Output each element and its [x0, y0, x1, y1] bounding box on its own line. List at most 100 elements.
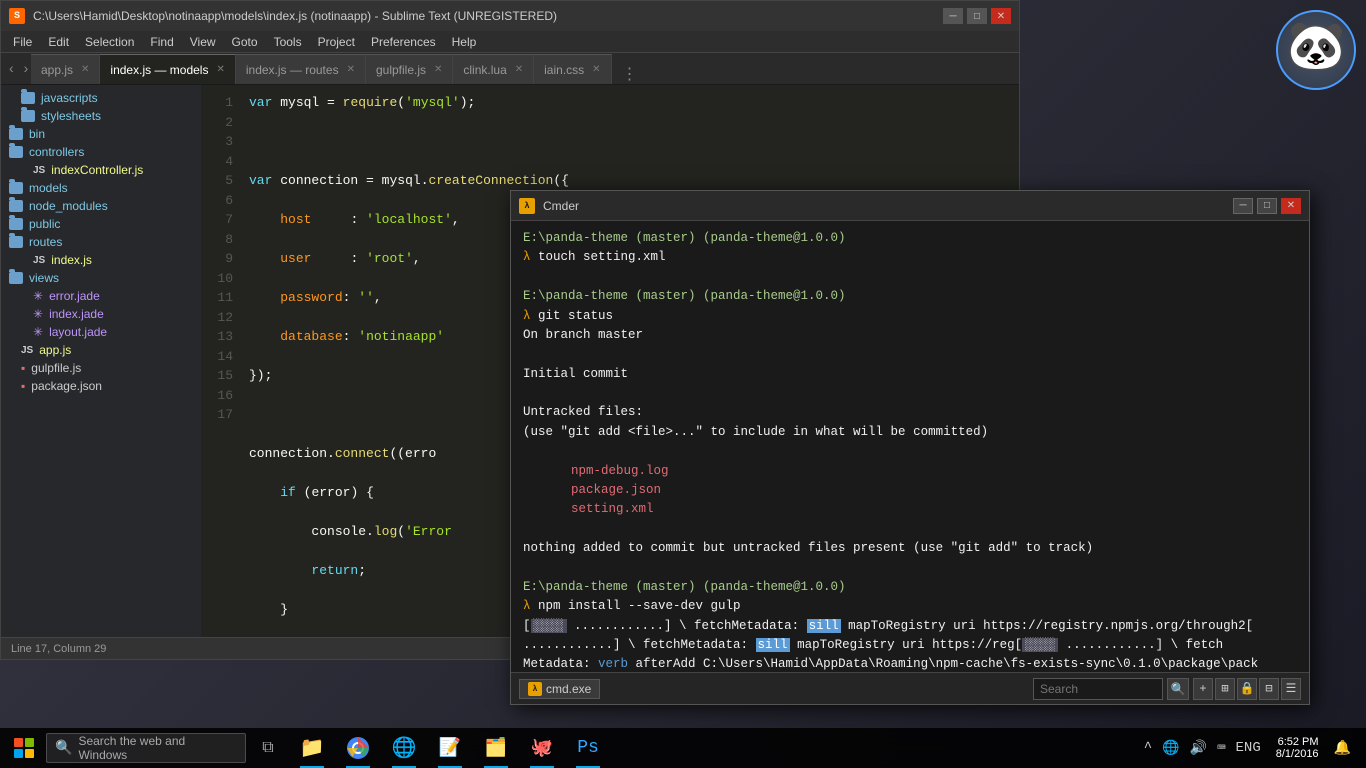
sidebar-item-appjs[interactable]: JS app.js [1, 341, 201, 359]
folder-icon [9, 272, 23, 284]
terminal-line [523, 442, 1297, 461]
sidebar-label: gulpfile.js [31, 361, 81, 375]
menu-file[interactable]: File [5, 33, 40, 51]
menu-selection[interactable]: Selection [77, 33, 142, 51]
tab-indexjs-routes-close[interactable]: ✕ [347, 64, 355, 75]
folder-icon [9, 218, 23, 230]
window-controls: ─ □ ✕ [943, 8, 1011, 24]
sidebar-item-indexjade[interactable]: ✳ index.jade [1, 305, 201, 323]
close-button[interactable]: ✕ [991, 8, 1011, 24]
tab-clink[interactable]: clink.lua ✕ [453, 54, 534, 84]
cmder-add-tab-icon[interactable]: + [1193, 678, 1213, 700]
sidebar-item-public[interactable]: public [1, 215, 201, 233]
taskbar-edge-button[interactable]: 🌐 [382, 728, 426, 768]
sidebar-item-indexjs[interactable]: JS index.js [1, 251, 201, 269]
tab-indexjs-models[interactable]: index.js — models ✕ [100, 54, 235, 84]
terminal-line: (use "git add <file>..." to include in w… [523, 423, 1297, 442]
cmder-window-controls: ─ □ ✕ [1233, 198, 1301, 214]
tab-more-button[interactable]: ⋮ [614, 64, 646, 84]
sidebar-item-errorjade[interactable]: ✳ error.jade [1, 287, 201, 305]
sidebar-item-layoutjade[interactable]: ✳ layout.jade [1, 323, 201, 341]
sublime-title-text: C:\Users\Hamid\Desktop\notinaapp\models\… [33, 9, 935, 23]
cmder-minimize-button[interactable]: ─ [1233, 198, 1253, 214]
tray-network-icon[interactable]: 🌐 [1159, 740, 1182, 757]
terminal-line: E:\panda-theme (master) (panda-theme@1.0… [523, 229, 1297, 248]
folder-icon [9, 146, 23, 158]
sidebar-label: layout.jade [49, 325, 107, 339]
terminal-line: npm-debug.log [523, 462, 1297, 481]
sidebar-item-controllers[interactable]: controllers [1, 143, 201, 161]
jade-indicator: ✳ [33, 307, 43, 321]
other-indicator: ▪ [21, 379, 25, 393]
gitkraken-icon: 🐙 [531, 737, 553, 759]
jade-indicator: ✳ [33, 289, 43, 303]
tab-clink-close[interactable]: ✕ [515, 64, 523, 75]
tab-prev-button[interactable]: ‹ [5, 60, 18, 76]
tab-gulpfile[interactable]: gulpfile.js ✕ [366, 54, 453, 84]
cmder-search-button[interactable]: 🔍 [1167, 678, 1189, 700]
tray-keyboard-icon[interactable]: ⌨ [1214, 740, 1228, 757]
taskbar-files-button[interactable]: 🗂️ [474, 728, 518, 768]
cmder-split-icon[interactable]: ⊞ [1215, 678, 1235, 700]
cmder-grid-icon[interactable]: ⊟ [1259, 678, 1279, 700]
taskbar-photoshop-button[interactable]: Ps [566, 728, 610, 768]
minimize-button[interactable]: ─ [943, 8, 963, 24]
sidebar-item-javascripts[interactable]: javascripts [1, 89, 201, 107]
taskbar-sublime-button[interactable]: 📝 [428, 728, 472, 768]
tray-chevron-icon[interactable]: ^ [1141, 740, 1155, 756]
cmder-close-button[interactable]: ✕ [1281, 198, 1301, 214]
taskbar-chrome-button[interactable] [336, 728, 380, 768]
cmder-maximize-button[interactable]: □ [1257, 198, 1277, 214]
other-indicator: ▪ [21, 361, 25, 375]
panda-avatar: 🐼 [1276, 10, 1356, 90]
tab-gulpfile-close[interactable]: ✕ [434, 64, 442, 75]
sidebar-item-gulpfilejs[interactable]: ▪ gulpfile.js [1, 359, 201, 377]
sidebar-item-node-modules[interactable]: node_modules [1, 197, 201, 215]
start-button[interactable] [4, 728, 44, 768]
task-view-button[interactable]: ⧉ [248, 728, 288, 768]
sidebar-item-stylesheets[interactable]: stylesheets [1, 107, 201, 125]
terminal-line: Initial commit [523, 365, 1297, 384]
sidebar-label: app.js [39, 343, 71, 357]
sidebar-item-routes[interactable]: routes [1, 233, 201, 251]
taskbar-gitkraken-button[interactable]: 🐙 [520, 728, 564, 768]
menu-edit[interactable]: Edit [40, 33, 77, 51]
cmder-tab-cmd[interactable]: λ cmd.exe [519, 679, 600, 699]
cmder-tab-icon: λ [528, 682, 542, 696]
menu-view[interactable]: View [182, 33, 224, 51]
tab-indexjs-routes[interactable]: index.js — routes ✕ [236, 54, 366, 84]
menu-project[interactable]: Project [310, 33, 363, 51]
cmder-titlebar: λ Cmder ─ □ ✕ [511, 191, 1309, 221]
menu-bar: File Edit Selection Find View Goto Tools… [1, 31, 1019, 53]
cmder-lock-icon[interactable]: 🔒 [1237, 678, 1257, 700]
tab-indexjs-models-close[interactable]: ✕ [216, 64, 224, 75]
tray-notification-icon[interactable]: 🔔 [1331, 740, 1354, 757]
terminal-content[interactable]: E:\panda-theme (master) (panda-theme@1.0… [511, 221, 1309, 672]
terminal-line: Untracked files: [523, 403, 1297, 422]
cmder-search-input[interactable] [1033, 678, 1163, 700]
sidebar-label: controllers [29, 145, 84, 159]
tab-appjs-close[interactable]: ✕ [81, 64, 89, 75]
menu-help[interactable]: Help [444, 33, 485, 51]
tab-iaincss-label: iain.css [544, 63, 584, 77]
menu-preferences[interactable]: Preferences [363, 33, 444, 51]
tray-volume-icon[interactable]: 🔊 [1187, 740, 1210, 757]
maximize-button[interactable]: □ [967, 8, 987, 24]
taskbar-search[interactable]: 🔍 Search the web and Windows [46, 733, 246, 763]
sidebar-item-models[interactable]: models [1, 179, 201, 197]
tab-iaincss[interactable]: iain.css ✕ [534, 54, 611, 84]
system-tray: ^ 🌐 🔊 ⌨ ENG 6:52 PM 8/1/2016 🔔 [1141, 736, 1362, 760]
sidebar-item-indexcontroller[interactable]: JS indexController.js [1, 161, 201, 179]
taskbar-explorer-button[interactable]: 📁 [290, 728, 334, 768]
sidebar-item-bin[interactable]: bin [1, 125, 201, 143]
sidebar-label: bin [29, 127, 45, 141]
menu-find[interactable]: Find [142, 33, 181, 51]
cmder-menu-icon[interactable]: ☰ [1281, 678, 1301, 700]
sidebar-item-views[interactable]: views [1, 269, 201, 287]
menu-goto[interactable]: Goto [224, 33, 266, 51]
tab-appjs[interactable]: app.js ✕ [31, 54, 100, 84]
menu-tools[interactable]: Tools [266, 33, 310, 51]
tab-iaincss-close[interactable]: ✕ [592, 64, 600, 75]
sidebar-item-packagejson[interactable]: ▪ package.json [1, 377, 201, 395]
cmder-search-area: 🔍 + ⊞ 🔒 ⊟ ☰ [1033, 678, 1301, 700]
